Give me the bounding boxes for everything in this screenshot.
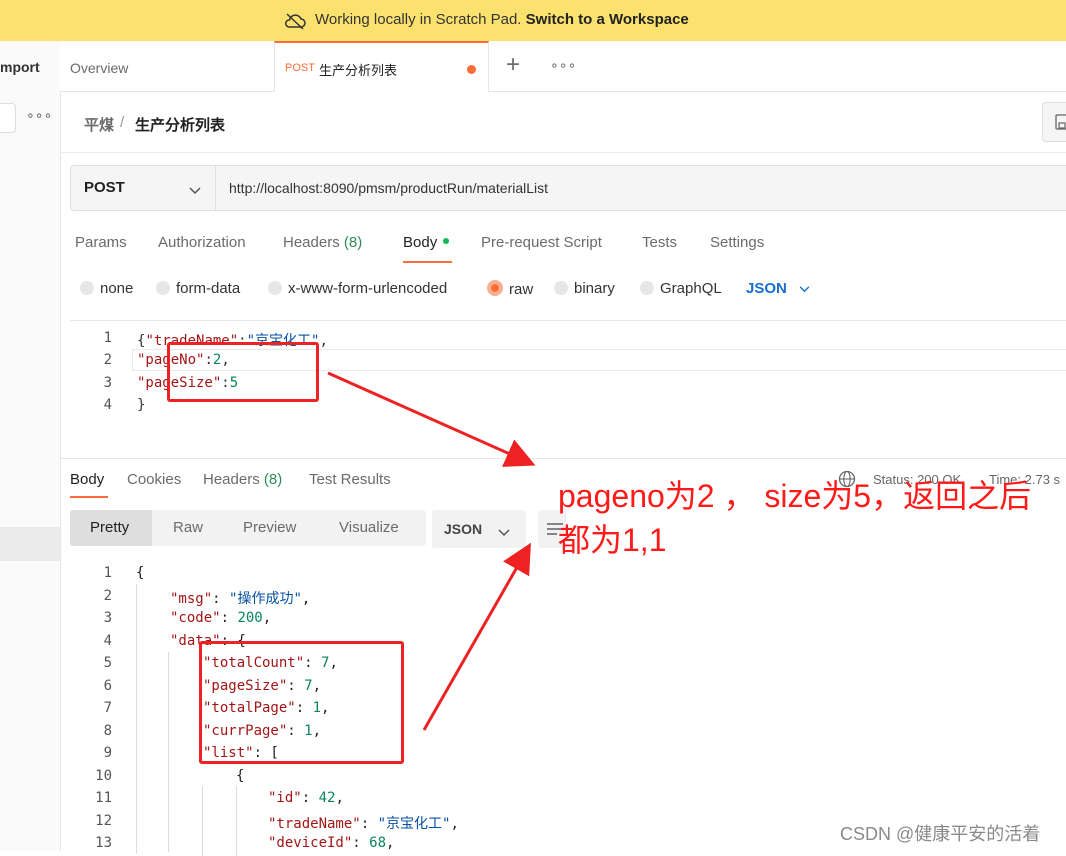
annotation-arrows — [327, 371, 536, 731]
arrow-request-to-note — [327, 371, 536, 467]
watermark: CSDN @健康平安的活着 — [840, 824, 1041, 844]
annotation-line-1: pageno为2 ， size为5，返回之后 — [558, 478, 1032, 514]
annotation-line-2: 都为1,1 — [558, 522, 667, 558]
arrow-response-to-note — [422, 542, 531, 731]
annotation-note: pageno为2 ， size为5，返回之后 都为1,1 — [558, 474, 1031, 562]
